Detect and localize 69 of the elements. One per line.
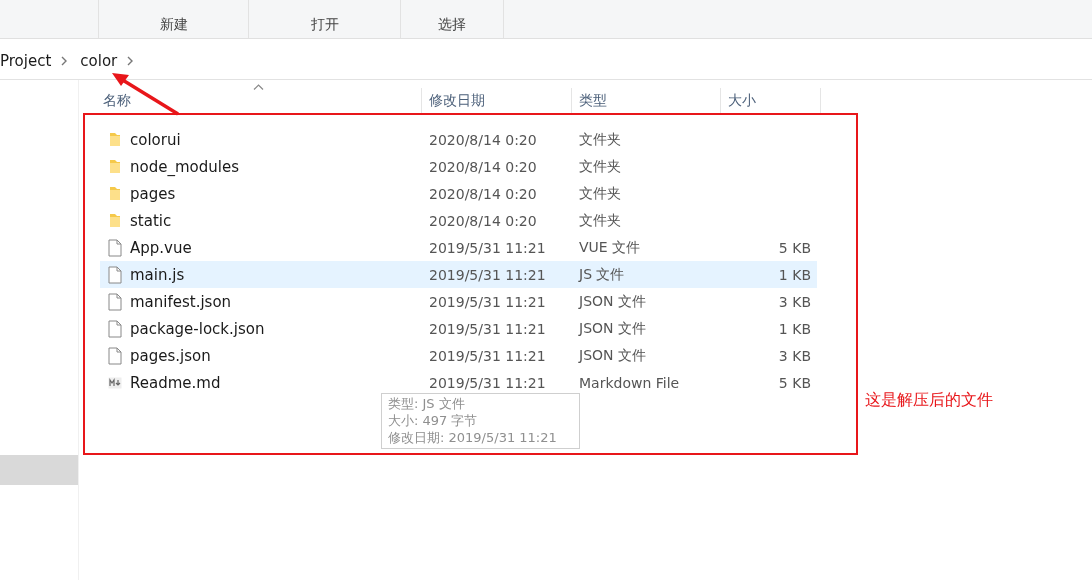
- file-size: 1 KB: [778, 266, 811, 283]
- document-icon: [106, 238, 124, 257]
- file-type: 文件夹: [579, 184, 621, 201]
- file-row[interactable]: manifest.json 2019/5/31 11:21 JSON 文件 3 KB: [100, 288, 817, 315]
- address-bar[interactable]: Project color: [0, 43, 1092, 80]
- file-type: 文件夹: [579, 157, 621, 174]
- sidebar-item[interactable]: [0, 455, 78, 485]
- modified-date: 2020/8/14 0:20: [429, 158, 537, 175]
- file-type: JS 文件: [579, 265, 625, 282]
- file-size: 3 KB: [778, 293, 811, 310]
- file-name: App.vue: [130, 238, 192, 257]
- file-type: JSON 文件: [579, 292, 646, 309]
- file-row[interactable]: App.vue 2019/5/31 11:21 VUE 文件 5 KB: [100, 234, 817, 261]
- file-name: pages.json: [130, 346, 211, 365]
- column-header[interactable]: 大小: [721, 88, 821, 114]
- file-type: JSON 文件: [579, 319, 646, 336]
- modified-date: 2020/8/14 0:20: [429, 212, 537, 229]
- file-type: 文件夹: [579, 211, 621, 228]
- modified-date: 2020/8/14 0:20: [429, 131, 537, 148]
- document-icon: [106, 319, 124, 338]
- file-row[interactable]: static 2020/8/14 0:20 文件夹: [100, 207, 817, 234]
- file-name: main.js: [130, 265, 185, 284]
- modified-date: 2019/5/31 11:21: [429, 347, 546, 364]
- file-row[interactable]: pages.json 2019/5/31 11:21 JSON 文件 3 KB: [100, 342, 817, 369]
- chevron-icon: [61, 56, 69, 66]
- sort-caret-icon: [253, 84, 264, 90]
- ribbon-group-label: 新建: [159, 16, 188, 34]
- file-row[interactable]: package-lock.json 2019/5/31 11:21 JSON 文件 1 KB: [100, 315, 817, 342]
- file-type: JSON 文件: [579, 346, 646, 363]
- file-size: 3 KB: [778, 347, 811, 364]
- file-name: pages: [130, 184, 176, 203]
- file-name: Readme.md: [130, 373, 221, 392]
- file-row[interactable]: pages 2020/8/14 0:20 文件夹: [100, 180, 817, 207]
- modified-date: 2020/8/14 0:20: [429, 185, 537, 202]
- file-size: 5 KB: [778, 239, 811, 256]
- tooltip-line: 大小: 497 字节: [388, 412, 479, 429]
- modified-date: 2019/5/31 11:21: [429, 266, 546, 283]
- file-row[interactable]: colorui 2020/8/14 0:20 文件夹: [100, 126, 817, 153]
- modified-date: 2019/5/31 11:21: [429, 320, 546, 337]
- file-name: static: [130, 211, 172, 230]
- markdown-icon: [106, 376, 124, 389]
- document-icon: [106, 346, 124, 365]
- tooltip-line: 修改日期: 2019/5/31 11:21: [388, 429, 558, 446]
- file-row[interactable]: main.js 2019/5/31 11:21 JS 文件 1 KB: [100, 261, 817, 288]
- file-row[interactable]: Readme.md 2019/5/31 11:21 Markdown File 5 KB: [100, 369, 817, 396]
- file-type: Markdown File: [579, 374, 680, 391]
- chevron-icon: [127, 56, 135, 66]
- modified-date: 2019/5/31 11:21: [429, 239, 546, 256]
- breadcrumb-item[interactable]: color: [74, 52, 126, 70]
- column-header[interactable]: 类型: [572, 88, 721, 114]
- file-name: manifest.json: [130, 292, 232, 311]
- ribbon-group-label: 选择: [438, 16, 466, 34]
- file-name: colorui: [130, 130, 181, 149]
- file-size: 1 KB: [778, 320, 811, 337]
- file-name: node_modules: [130, 157, 239, 176]
- column-header[interactable]: 修改日期: [422, 88, 572, 114]
- annotation-text: 这是解压后的文件: [865, 390, 993, 411]
- breadcrumb-item[interactable]: Project: [0, 52, 60, 70]
- file-name: package-lock.json: [130, 319, 265, 338]
- file-row[interactable]: node_modules 2020/8/14 0:20 文件夹: [100, 153, 817, 180]
- file-type: VUE 文件: [579, 238, 641, 255]
- document-icon: [106, 292, 124, 311]
- modified-date: 2019/5/31 11:21: [429, 293, 546, 310]
- tooltip-line: 类型: JS 文件: [388, 395, 466, 412]
- modified-date: 2019/5/31 11:21: [429, 374, 546, 391]
- document-icon: [106, 265, 124, 284]
- file-size: 5 KB: [778, 374, 811, 391]
- ribbon-group-label: 打开: [310, 16, 339, 34]
- file-type: 文件夹: [579, 130, 621, 147]
